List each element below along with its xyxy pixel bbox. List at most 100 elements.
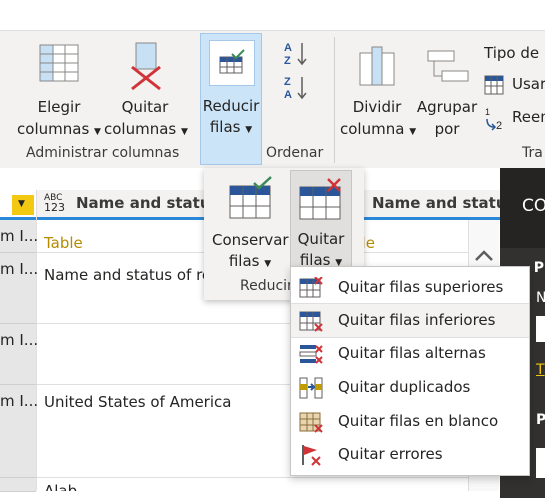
choose-columns-label-2: columnas bbox=[17, 120, 90, 138]
remove-errors-icon bbox=[302, 445, 321, 466]
remove-bottom-rows-icon bbox=[299, 311, 323, 332]
remove-columns-button[interactable]: Quitar columnas ▼ bbox=[104, 39, 188, 139]
row-header[interactable]: m I... bbox=[0, 324, 39, 385]
sort-ascending-icon: A Z bbox=[284, 42, 307, 67]
choose-columns-label-1: Elegir bbox=[37, 98, 81, 116]
remove-alternate-rows-icon bbox=[299, 345, 323, 364]
replace-values-label: Reem bbox=[512, 108, 545, 126]
table-cell[interactable]: Alab bbox=[44, 482, 77, 491]
column-header-name-and-status-2[interactable]: Name and status bbox=[366, 190, 500, 217]
menu-item-remove-errors[interactable]: Quitar errores bbox=[291, 438, 529, 471]
split-column-label-1: Dividir bbox=[352, 98, 402, 116]
row-header-label: m I... bbox=[0, 331, 39, 349]
remove-rows-label-1: Quitar bbox=[297, 230, 345, 248]
ribbon-tab-strip bbox=[0, 0, 545, 30]
keep-rows-label-1: Conservar bbox=[212, 231, 289, 249]
row-header[interactable]: m I... bbox=[0, 220, 39, 253]
keep-rows-icon bbox=[229, 176, 272, 219]
column-filter-button[interactable]: ▼ bbox=[12, 195, 34, 215]
menu-item-remove-top-rows[interactable]: Quitar filas superiores bbox=[291, 271, 529, 304]
use-first-row-button[interactable]: Usar bbox=[484, 73, 545, 97]
replace-values-icon: 1 2 bbox=[485, 107, 502, 131]
reduce-rows-label-2: filas bbox=[209, 118, 241, 136]
ribbon-separator bbox=[334, 37, 335, 163]
sort-descending-icon: Z A bbox=[284, 76, 307, 101]
type-123-label: 123 bbox=[44, 201, 65, 214]
properties-label: P bbox=[533, 260, 545, 276]
chevron-down-icon: ▼ bbox=[181, 127, 188, 137]
cell-type-table[interactable]: Table bbox=[44, 234, 83, 252]
menu-item-remove-blank-rows[interactable]: Quitar filas en blanco bbox=[291, 405, 529, 438]
choose-columns-icon bbox=[39, 44, 79, 82]
row-header-label: m I... bbox=[0, 392, 39, 410]
remove-rows-menu: Quitar filas superiores Quitar filas inf… bbox=[290, 266, 530, 476]
scroll-up-icon[interactable] bbox=[474, 248, 494, 262]
group-by-label-2: por bbox=[434, 120, 460, 138]
svg-text:2: 2 bbox=[496, 120, 502, 131]
reduce-rows-button[interactable]: Reducir filas ▼ bbox=[200, 33, 262, 165]
data-type-button[interactable]: Tipo de bbox=[484, 43, 545, 65]
choose-columns-button[interactable]: Elegir columnas ▼ bbox=[16, 39, 102, 139]
reduce-rows-group-label: Reducir bbox=[240, 278, 293, 294]
remove-top-rows-icon bbox=[299, 277, 323, 298]
table-cell[interactable]: United States of America bbox=[44, 393, 231, 411]
chevron-down-icon: ▼ bbox=[18, 199, 25, 209]
sort-ascending-button[interactable]: A Z bbox=[282, 39, 310, 69]
chevron-down-icon: ▼ bbox=[94, 127, 101, 137]
remove-columns-label-2: columnas bbox=[104, 120, 177, 138]
chevron-down-icon: ▼ bbox=[264, 259, 272, 269]
remove-rows-icon bbox=[299, 178, 341, 220]
row-header[interactable]: m I... bbox=[0, 385, 39, 478]
menu-item-remove-alternate-rows[interactable]: Quitar filas alternas bbox=[291, 337, 529, 370]
name-label: N bbox=[536, 290, 545, 306]
sort-descending-button[interactable]: Z A bbox=[282, 73, 310, 103]
menu-item-remove-duplicates[interactable]: Quitar duplicados bbox=[291, 371, 529, 404]
name-input[interactable] bbox=[536, 316, 545, 342]
remove-duplicates-icon bbox=[299, 377, 323, 399]
split-column-button[interactable]: Dividir columna ▼ bbox=[340, 39, 416, 139]
group-by-label-1: Agrupar bbox=[416, 98, 478, 116]
type-abc123-icon: ABC 123 bbox=[44, 193, 65, 213]
replace-values-button[interactable]: 1 2 Reem bbox=[484, 105, 545, 131]
row-header[interactable] bbox=[0, 478, 36, 492]
column-header-label: Name and status bbox=[76, 194, 220, 212]
menu-item-label: Quitar filas en blanco bbox=[338, 412, 499, 430]
menu-item-remove-bottom-rows[interactable]: Quitar filas inferiores bbox=[291, 303, 529, 338]
svg-text:A: A bbox=[284, 89, 292, 101]
reduce-rows-icon bbox=[219, 49, 245, 74]
menu-item-label: Quitar duplicados bbox=[338, 378, 471, 396]
row-header[interactable]: m I... bbox=[0, 253, 39, 324]
applied-steps-list[interactable] bbox=[536, 448, 545, 478]
row-header-label: m I... bbox=[0, 260, 39, 278]
remove-columns-label-1: Quitar bbox=[121, 98, 169, 116]
remove-columns-icon bbox=[131, 42, 161, 91]
keep-rows-label-2: filas bbox=[228, 252, 260, 270]
ribbon: Elegir columnas ▼ Quitar columnas ▼ Redu… bbox=[0, 30, 545, 170]
group-by-icon bbox=[427, 50, 469, 82]
group-label-manage-columns: Administrar columnas bbox=[26, 145, 180, 161]
chevron-down-icon: ▼ bbox=[245, 125, 253, 135]
menu-item-label: Quitar errores bbox=[338, 445, 443, 463]
group-by-button[interactable]: Agrupar por bbox=[416, 39, 478, 139]
group-label-transform: Tra bbox=[522, 145, 543, 161]
menu-item-label: Quitar filas inferiores bbox=[338, 311, 496, 329]
menu-item-label: Quitar filas superiores bbox=[338, 278, 504, 296]
svg-text:Z: Z bbox=[284, 55, 291, 67]
all-properties-link[interactable]: T bbox=[536, 362, 545, 378]
table-icon bbox=[484, 75, 504, 95]
menu-item-label: Quitar filas alternas bbox=[338, 344, 486, 362]
svg-text:A: A bbox=[284, 42, 292, 54]
remove-blank-rows-icon bbox=[299, 412, 323, 433]
data-type-label: Tipo de bbox=[484, 44, 540, 62]
remove-rows-button[interactable]: Quitar filas ▼ bbox=[290, 170, 352, 269]
table-cell[interactable]: Name and status of re bbox=[44, 266, 204, 284]
reduce-rows-label-1: Reducir bbox=[202, 97, 260, 115]
keep-rows-button[interactable]: Conservar filas ▼ bbox=[212, 172, 289, 270]
group-label-sort: Ordenar bbox=[266, 145, 324, 161]
split-column-label-2: columna bbox=[340, 120, 405, 138]
query-settings-title: CO bbox=[522, 196, 545, 216]
column-header-label: Name and status bbox=[372, 194, 500, 212]
use-first-row-label: Usar bbox=[512, 75, 545, 93]
applied-steps-label: P bbox=[536, 412, 545, 428]
row-header-label: m I... bbox=[0, 227, 39, 245]
